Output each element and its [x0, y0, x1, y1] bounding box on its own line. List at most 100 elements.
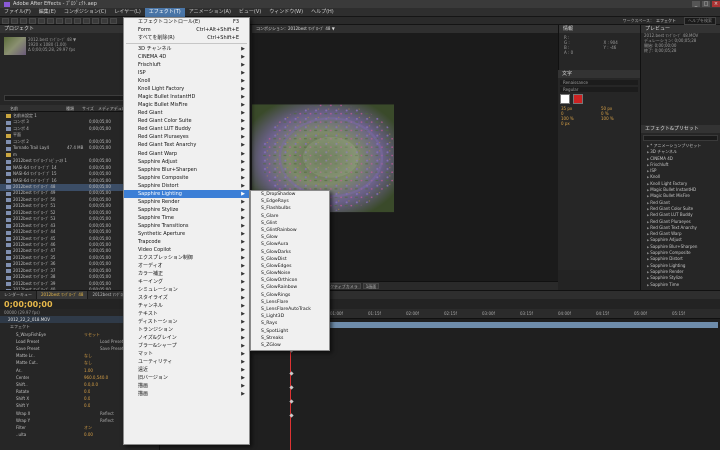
composition-tab[interactable]: コンポジション：2012best ﾏﾝｸﾞﾛｰﾌﾞ 48 ▼: [252, 26, 335, 32]
submenu-item[interactable]: S_GlowDarks: [251, 249, 329, 256]
stroke-color-swatch[interactable]: [573, 94, 583, 104]
effect-menu-item[interactable]: ディストーション ▶: [124, 318, 249, 326]
effect-menu-item[interactable]: 3D チャンネル ▶: [124, 45, 249, 53]
effect-menu-item[interactable]: テキスト ▶: [124, 310, 249, 318]
effect-menu-item[interactable]: 旧バージョン ▶: [124, 374, 249, 382]
fill-color-swatch[interactable]: [560, 94, 570, 104]
help-search-input[interactable]: ヘルプを検索: [684, 16, 716, 25]
menu-edit[interactable]: 編集(E): [35, 8, 60, 17]
property-dropdown[interactable]: Reflect: [100, 417, 114, 424]
workspace-select[interactable]: エフェクト: [656, 18, 676, 24]
effects-presets-tab[interactable]: エフェクト&プリセット: [641, 125, 720, 133]
property-value[interactable]: オン: [84, 424, 92, 431]
property-dropdown[interactable]: Reflect: [100, 410, 114, 417]
pen-tool-icon[interactable]: [65, 17, 72, 24]
horizontal-scale-field[interactable]: 100 %: [598, 116, 638, 121]
effect-menu-item[interactable]: Knoll ▶: [124, 77, 249, 85]
property-value[interactable]: 0.0: [84, 388, 90, 395]
property-value[interactable]: 0.0,0.0: [84, 381, 98, 388]
eraser-tool-icon[interactable]: [101, 17, 108, 24]
submenu-item[interactable]: S_GlowEdges: [251, 263, 329, 270]
effect-menu-item[interactable]: ユーティリティ ▶: [124, 358, 249, 366]
submenu-item[interactable]: S_Rays: [251, 320, 329, 327]
selection-tool-icon[interactable]: [2, 17, 9, 24]
submenu-item[interactable]: S_GlowNoise: [251, 270, 329, 277]
submenu-item[interactable]: S_LensFlare: [251, 299, 329, 306]
font-style-select[interactable]: Regular: [560, 87, 638, 92]
submenu-item[interactable]: S_GlowOrthicon: [251, 277, 329, 284]
effect-menu-item[interactable]: Sapphire Distort ▶: [124, 182, 249, 190]
effect-menu-item[interactable]: Sapphire Blur+Sharpen ▶: [124, 166, 249, 174]
effect-menu-item[interactable]: 描画 ▶: [124, 390, 249, 398]
pan-behind-tool-icon[interactable]: [47, 17, 54, 24]
effect-menu-item[interactable]: Red Giant Warp ▶: [124, 150, 249, 158]
brush-tool-icon[interactable]: [83, 17, 90, 24]
mask-tool-icon[interactable]: [56, 17, 63, 24]
effect-menu-item[interactable]: Frischluft ▶: [124, 61, 249, 69]
submenu-item[interactable]: S_Flashbulbs: [251, 205, 329, 212]
property-dropdown[interactable]: Load Preset: [100, 338, 123, 345]
keyframe-icon[interactable]: [289, 371, 294, 376]
submenu-item[interactable]: S_ZGlow: [251, 342, 329, 349]
stamp-tool-icon[interactable]: [92, 17, 99, 24]
effect-menu-item[interactable]: カラー補正 ▶: [124, 270, 249, 278]
keyframe-icon[interactable]: [289, 413, 294, 418]
menu-help[interactable]: ヘルプ(H): [307, 8, 338, 17]
submenu-item[interactable]: S_Glow: [251, 234, 329, 241]
property-value[interactable]: なし: [84, 359, 92, 366]
effect-menu-item[interactable]: トランジション ▶: [124, 326, 249, 334]
hand-tool-icon[interactable]: [11, 17, 18, 24]
property-value[interactable]: 0.00: [84, 431, 93, 438]
effect-menu-item[interactable]: Sapphire Render ▶: [124, 198, 249, 206]
project-tab[interactable]: プロジェクト: [0, 25, 129, 33]
font-family-select[interactable]: Renaissance: [560, 80, 638, 85]
menu-window[interactable]: ウィンドウ(W): [265, 8, 307, 17]
submenu-item[interactable]: S_DropShadow: [251, 191, 329, 198]
effect-menu-item[interactable]: 描画 ▶: [124, 382, 249, 390]
submenu-item[interactable]: S_Glare: [251, 213, 329, 220]
menu-composition[interactable]: コンポジション(C): [60, 8, 110, 17]
property-value[interactable]: 0.0: [84, 402, 90, 409]
zoom-tool-icon[interactable]: [20, 17, 27, 24]
view-layout-select[interactable]: 1画面: [362, 283, 380, 289]
effect-menu-item[interactable]: スタイライズ ▶: [124, 294, 249, 302]
camera-tool-icon[interactable]: [38, 17, 45, 24]
effect-menu-item[interactable]: CINEMA 4D ▶: [124, 53, 249, 61]
menu-effect[interactable]: エフェクト(T): [144, 7, 185, 17]
col-name[interactable]: 名前: [10, 105, 66, 112]
col-size[interactable]: サイズ: [82, 105, 98, 112]
menu-file[interactable]: ファイル(F): [0, 8, 35, 17]
submenu-item[interactable]: S_EdgeRays: [251, 198, 329, 205]
submenu-item[interactable]: S_Light3D: [251, 313, 329, 320]
effect-menu-item[interactable]: エフェクトコントロール(E) F3: [124, 18, 249, 26]
effect-menu-item[interactable]: Trapcode ▶: [124, 238, 249, 246]
baseline-field[interactable]: 0 px: [558, 121, 640, 126]
effect-menu-item[interactable]: マット ▶: [124, 350, 249, 358]
submenu-item[interactable]: S_Glint: [251, 220, 329, 227]
col-type[interactable]: 種類: [66, 105, 82, 112]
info-tab[interactable]: 情報: [559, 25, 640, 33]
effect-menu-item[interactable]: Knoll Light Factory ▶: [124, 85, 249, 93]
project-search-input[interactable]: [4, 95, 124, 101]
effect-menu-item[interactable]: チャンネル ▶: [124, 302, 249, 310]
preview-tab[interactable]: プレビュー: [641, 25, 720, 33]
effect-menu-item[interactable]: Video Copilot ▶: [124, 246, 249, 254]
effects-search-input[interactable]: [643, 135, 718, 141]
effect-menu-item[interactable]: Red Giant Color Suite ▶: [124, 117, 249, 125]
effects-category-item[interactable]: ▶ Sapphire Time: [641, 282, 720, 288]
effect-menu-item[interactable]: キーイング ▶: [124, 278, 249, 286]
effect-menu-item[interactable]: ブラー&シャープ ▶: [124, 342, 249, 350]
property-value[interactable]: 960.0,540.0: [84, 374, 108, 381]
keyframe-icon[interactable]: [289, 399, 294, 404]
submenu-item[interactable]: S_SpotLight: [251, 328, 329, 335]
effect-menu-item[interactable]: エクスプレッション制御 ▶: [124, 254, 249, 262]
effect-menu-item[interactable]: Sapphire Adjust ▶: [124, 158, 249, 166]
submenu-item[interactable]: S_GlintRainbow: [251, 227, 329, 234]
menu-animation[interactable]: アニメーション(A): [185, 8, 235, 17]
effect-menu-item[interactable]: 遠近 ▶: [124, 366, 249, 374]
property-value[interactable]: 0.0: [84, 395, 90, 402]
effect-menu-item[interactable]: シミュレーション ▶: [124, 286, 249, 294]
effect-menu-item[interactable]: Synthetic Aperture ▶: [124, 230, 249, 238]
tab-render-queue[interactable]: レンダーキュー: [0, 291, 37, 299]
submenu-item[interactable]: S_GlowDist: [251, 256, 329, 263]
